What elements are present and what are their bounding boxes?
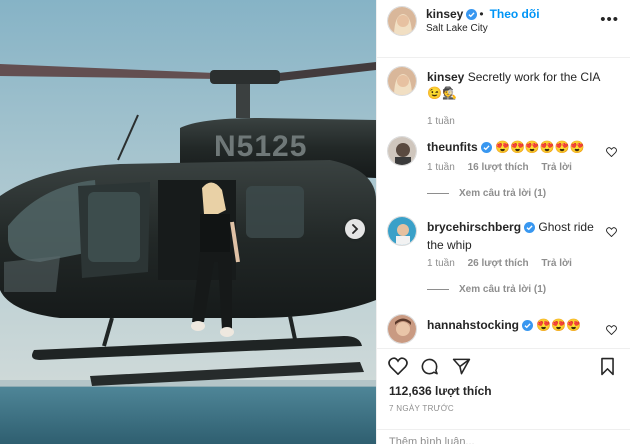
comment-body: 😍😍😍😍😍😍 [495,140,585,154]
view-replies-label: Xem câu trả lời (1) [459,284,547,295]
next-photo-button[interactable] [345,219,365,239]
view-replies-button[interactable]: Xem câu trả lời (1) [427,284,546,295]
caption-text: kinsey Secretly work for the CIA 😉🕵 [427,69,607,101]
commenter-avatar[interactable] [387,216,417,246]
separator-dot: • [479,7,484,21]
share-icon[interactable] [452,357,471,381]
author-avatar[interactable] [387,6,417,36]
caption-meta: 1 tuần [427,116,465,127]
comment-author[interactable]: theunfits [427,140,478,154]
post-header: kinsey • Theo dõi Salt Lake City ••• [377,0,630,58]
comment-likes[interactable]: 26 lượt thích [468,258,529,269]
comment-item: brycehirschberg Ghost ride the whip 1 tu… [377,216,630,308]
reply-button[interactable]: Trả lời [541,258,571,269]
comment-icon[interactable] [420,357,439,381]
caption-avatar[interactable] [387,66,417,96]
comment-item: theunfits 😍😍😍😍😍😍 1 tuần 16 lượt thích Tr… [377,136,630,216]
replies-divider [427,193,449,194]
caption-item: kinsey Secretly work for the CIA 😉🕵 1 tu… [377,66,630,127]
comment-like-icon[interactable] [606,322,617,340]
reply-button[interactable]: Trả lời [541,162,571,173]
more-options-icon[interactable]: ••• [600,11,619,28]
view-replies-button[interactable]: Xem câu trả lời (1) [427,188,546,199]
caption-time[interactable]: 1 tuần [427,116,455,127]
add-comment-input[interactable] [389,436,589,444]
comment-meta: 1 tuần 26 lượt thích Trả lời [427,258,582,269]
comment-time[interactable]: 1 tuần [427,258,455,269]
post-actions: 112,636 lượt thích 7 NGÀY TRƯỚC [377,348,630,444]
comments-list[interactable]: kinsey Secretly work for the CIA 😉🕵 1 tu… [377,58,630,348]
heart-icon[interactable] [388,357,408,380]
view-replies-label: Xem câu trả lời (1) [459,188,547,199]
replies-divider [427,289,449,290]
follow-button[interactable]: Theo dõi [490,7,540,21]
author-username[interactable]: kinsey [426,7,463,21]
tail-number: N5125 [214,130,307,163]
comment-text: hannahstocking 😍😍😍 [427,317,607,335]
like-count[interactable]: 112,636 lượt thích [389,384,492,398]
verified-badge-icon [522,319,534,335]
verified-badge-icon [524,221,536,237]
verified-badge-icon [480,141,492,157]
helicopter-photo: N5125 [0,0,376,444]
post-side-panel: kinsey • Theo dõi Salt Lake City ••• kinse… [376,0,630,444]
comment-text: brycehirschberg Ghost ride the whip [427,219,607,253]
comment-likes[interactable]: 16 lượt thích [468,162,529,173]
comment-author[interactable]: brycehirschberg [427,220,521,234]
comment-body: 😍😍😍 [536,318,582,332]
header-line: kinsey • Theo dõi [426,7,540,23]
post-time[interactable]: 7 NGÀY TRƯỚC [389,404,454,413]
bookmark-icon[interactable] [599,357,616,381]
comment-like-icon[interactable] [606,144,617,162]
post-photo[interactable]: N5125 [0,0,376,444]
chevron-right-icon [352,224,359,234]
commenter-avatar[interactable] [387,136,417,166]
comment-author[interactable]: hannahstocking [427,318,519,332]
comment-time[interactable]: 1 tuần [427,162,455,173]
verified-badge-icon [466,9,478,23]
commenter-avatar[interactable] [387,314,417,344]
post-location[interactable]: Salt Lake City [426,23,488,34]
comment-meta: 1 tuần 16 lượt thích Trả lời [427,162,582,173]
comment-like-icon[interactable] [606,224,617,242]
comment-item: hannahstocking 😍😍😍 [377,314,630,348]
caption-author[interactable]: kinsey [427,70,464,84]
add-comment-bar [377,429,630,444]
comment-text: theunfits 😍😍😍😍😍😍 [427,139,607,157]
